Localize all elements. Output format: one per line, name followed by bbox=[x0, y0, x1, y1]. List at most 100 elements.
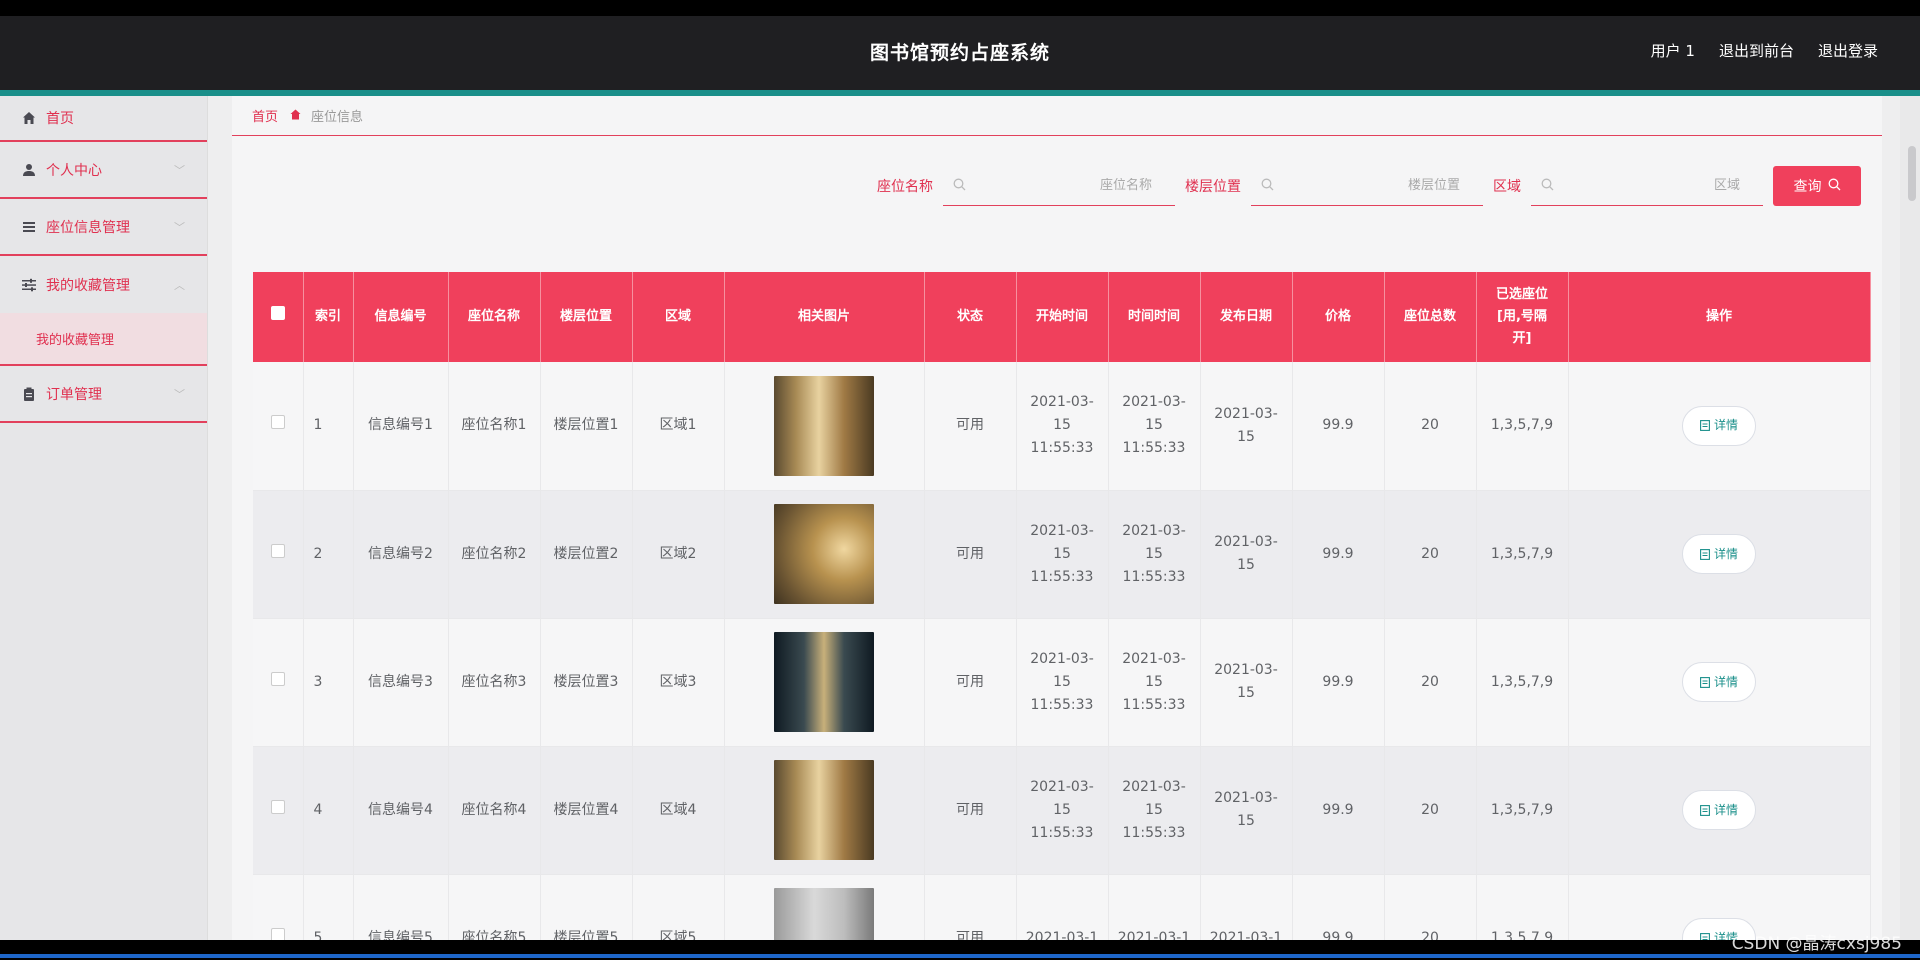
status-cell: 可用 bbox=[924, 746, 1017, 875]
floor-cell: 楼层位置3 bbox=[540, 618, 633, 747]
row-checkbox[interactable] bbox=[270, 927, 285, 940]
breadcrumb-home-link[interactable]: 首页 bbox=[252, 106, 278, 125]
detail-button[interactable]: 详情 bbox=[1682, 405, 1756, 446]
floor-cell: 楼层位置5 bbox=[540, 874, 633, 940]
index-cell: 3 bbox=[303, 618, 354, 747]
row-checkbox[interactable] bbox=[270, 543, 285, 558]
column-header: 已选座位[用,号隔开] bbox=[1476, 272, 1569, 362]
seat-photo[interactable] bbox=[774, 760, 874, 860]
area-label: 区域 bbox=[1493, 179, 1521, 195]
table-row: 4 信息编号4 座位名称4 楼层位置4 区域4 可用 2021-03-15 11:55:33… bbox=[253, 746, 1871, 875]
code-cell: 信息编号4 bbox=[353, 746, 449, 875]
publish-date-cell: 2021-03-15 bbox=[1200, 746, 1293, 875]
document-icon bbox=[1700, 804, 1710, 816]
window-top-edge bbox=[0, 0, 1920, 16]
scrollbar-thumb[interactable] bbox=[1908, 146, 1916, 201]
floor-cell: 楼层位置1 bbox=[540, 362, 633, 491]
list-icon bbox=[22, 220, 36, 234]
row-checkbox[interactable] bbox=[270, 415, 285, 430]
code-cell: 信息编号5 bbox=[353, 874, 449, 940]
row-checkbox[interactable] bbox=[270, 799, 285, 814]
start-time-cell: 2021-03-15 11:55:33 bbox=[1016, 362, 1109, 491]
back-to-frontend-link[interactable]: 退出到前台 bbox=[1719, 40, 1794, 61]
photo-cell bbox=[724, 490, 925, 619]
query-button[interactable]: 查询 bbox=[1773, 166, 1861, 206]
seat-name-input[interactable] bbox=[972, 178, 1152, 193]
sidebar-item-favorites-management[interactable]: 我的收藏管理 ︿ bbox=[0, 256, 207, 313]
column-header: 座位名称 bbox=[448, 272, 541, 362]
row-select-cell bbox=[253, 746, 304, 875]
column-header: 操作 bbox=[1568, 272, 1871, 362]
header-nav: 用户 1 退出到前台 退出登录 bbox=[1651, 40, 1878, 61]
status-cell: 可用 bbox=[924, 618, 1017, 747]
seat-total-cell: 20 bbox=[1384, 618, 1477, 747]
area-cell: 区域5 bbox=[632, 874, 725, 940]
seat-table: 索引 信息编号 座位名称 楼层位置 区域 相关图片 状态 开始时间 时间时间 发… bbox=[253, 272, 1871, 940]
sidebar-item-home[interactable]: 首页 bbox=[0, 96, 207, 142]
photo-cell bbox=[724, 874, 925, 940]
sidebar-item-personal-center[interactable]: 个人中心 ﹀ bbox=[0, 142, 207, 199]
seat-photo[interactable] bbox=[774, 504, 874, 604]
area-cell: 区域4 bbox=[632, 746, 725, 875]
seat-name-cell: 座位名称3 bbox=[448, 618, 541, 747]
end-time-cell: 2021-03-1 bbox=[1108, 874, 1201, 940]
home-icon bbox=[22, 111, 36, 125]
publish-date-cell: 2021-03-1 bbox=[1200, 874, 1293, 940]
detail-button[interactable]: 详情 bbox=[1682, 790, 1756, 830]
submenu-item-favorites[interactable]: 我的收藏管理 bbox=[0, 313, 207, 366]
photo-cell bbox=[724, 618, 925, 747]
start-time-cell: 2021-03-15 11:55:33 bbox=[1016, 746, 1109, 875]
start-time-cell: 2021-03-15 11:55:33 bbox=[1016, 490, 1109, 619]
search-icon bbox=[1828, 178, 1841, 195]
end-time-cell: 2021-03-15 11:55:33 bbox=[1108, 618, 1201, 747]
chevron-up-icon: ︿ bbox=[174, 278, 185, 292]
sidebar-item-order-management[interactable]: 订单管理 ﹀ bbox=[0, 366, 207, 423]
area-cell: 区域3 bbox=[632, 618, 725, 747]
seat-photo[interactable] bbox=[774, 375, 874, 476]
column-header: 相关图片 bbox=[724, 272, 925, 362]
row-select-cell bbox=[253, 490, 304, 619]
logout-link[interactable]: 退出登录 bbox=[1818, 40, 1878, 61]
row-select-cell bbox=[253, 874, 304, 940]
sidebar-item-seat-management[interactable]: 座位信息管理 ﹀ bbox=[0, 199, 207, 256]
row-select-cell bbox=[253, 618, 304, 747]
selected-seats-cell: 1,3,5,7,9 bbox=[1476, 874, 1569, 940]
seat-photo[interactable] bbox=[774, 632, 874, 732]
code-cell: 信息编号2 bbox=[353, 490, 449, 619]
sidebar-item-label: 订单管理 bbox=[46, 386, 102, 403]
detail-button-label: 详情 bbox=[1713, 802, 1738, 817]
index-cell: 1 bbox=[303, 362, 354, 491]
seat-name-label: 座位名称 bbox=[877, 179, 933, 195]
select-all-cell bbox=[253, 272, 304, 362]
seat-photo[interactable] bbox=[774, 888, 874, 940]
index-cell: 2 bbox=[303, 490, 354, 619]
index-cell: 4 bbox=[303, 746, 354, 875]
seat-total-cell: 20 bbox=[1384, 490, 1477, 619]
seat-total-cell: 20 bbox=[1384, 874, 1477, 940]
select-all-checkbox[interactable] bbox=[270, 306, 285, 320]
floor-input[interactable] bbox=[1280, 178, 1460, 193]
table-header-row: 索引 信息编号 座位名称 楼层位置 区域 相关图片 状态 开始时间 时间时间 发… bbox=[253, 272, 1871, 362]
status-cell: 可用 bbox=[924, 362, 1017, 491]
page-scrollbar[interactable] bbox=[1900, 96, 1920, 940]
seat-name-cell: 座位名称4 bbox=[448, 746, 541, 875]
area-input[interactable] bbox=[1560, 178, 1740, 193]
floor-cell: 楼层位置2 bbox=[540, 490, 633, 619]
column-header: 状态 bbox=[924, 272, 1017, 362]
column-header: 楼层位置 bbox=[540, 272, 633, 362]
sidebar-item-label: 个人中心 bbox=[46, 162, 102, 179]
user-name-link[interactable]: 用户 1 bbox=[1651, 40, 1695, 61]
status-cell: 可用 bbox=[924, 490, 1017, 619]
document-icon bbox=[1700, 932, 1710, 940]
document-icon bbox=[1700, 548, 1710, 560]
end-time-cell: 2021-03-15 11:55:33 bbox=[1108, 490, 1201, 619]
action-cell: 详情 bbox=[1568, 490, 1871, 619]
row-checkbox[interactable] bbox=[270, 671, 285, 686]
detail-button[interactable]: 详情 bbox=[1682, 534, 1756, 574]
user-icon bbox=[22, 163, 36, 177]
publish-date-cell: 2021-03-15 bbox=[1200, 490, 1293, 619]
seat-total-cell: 20 bbox=[1384, 362, 1477, 491]
start-time-cell: 2021-03-1 bbox=[1016, 874, 1109, 940]
detail-button[interactable]: 详情 bbox=[1682, 662, 1756, 702]
price-cell: 99.9 bbox=[1292, 746, 1385, 875]
